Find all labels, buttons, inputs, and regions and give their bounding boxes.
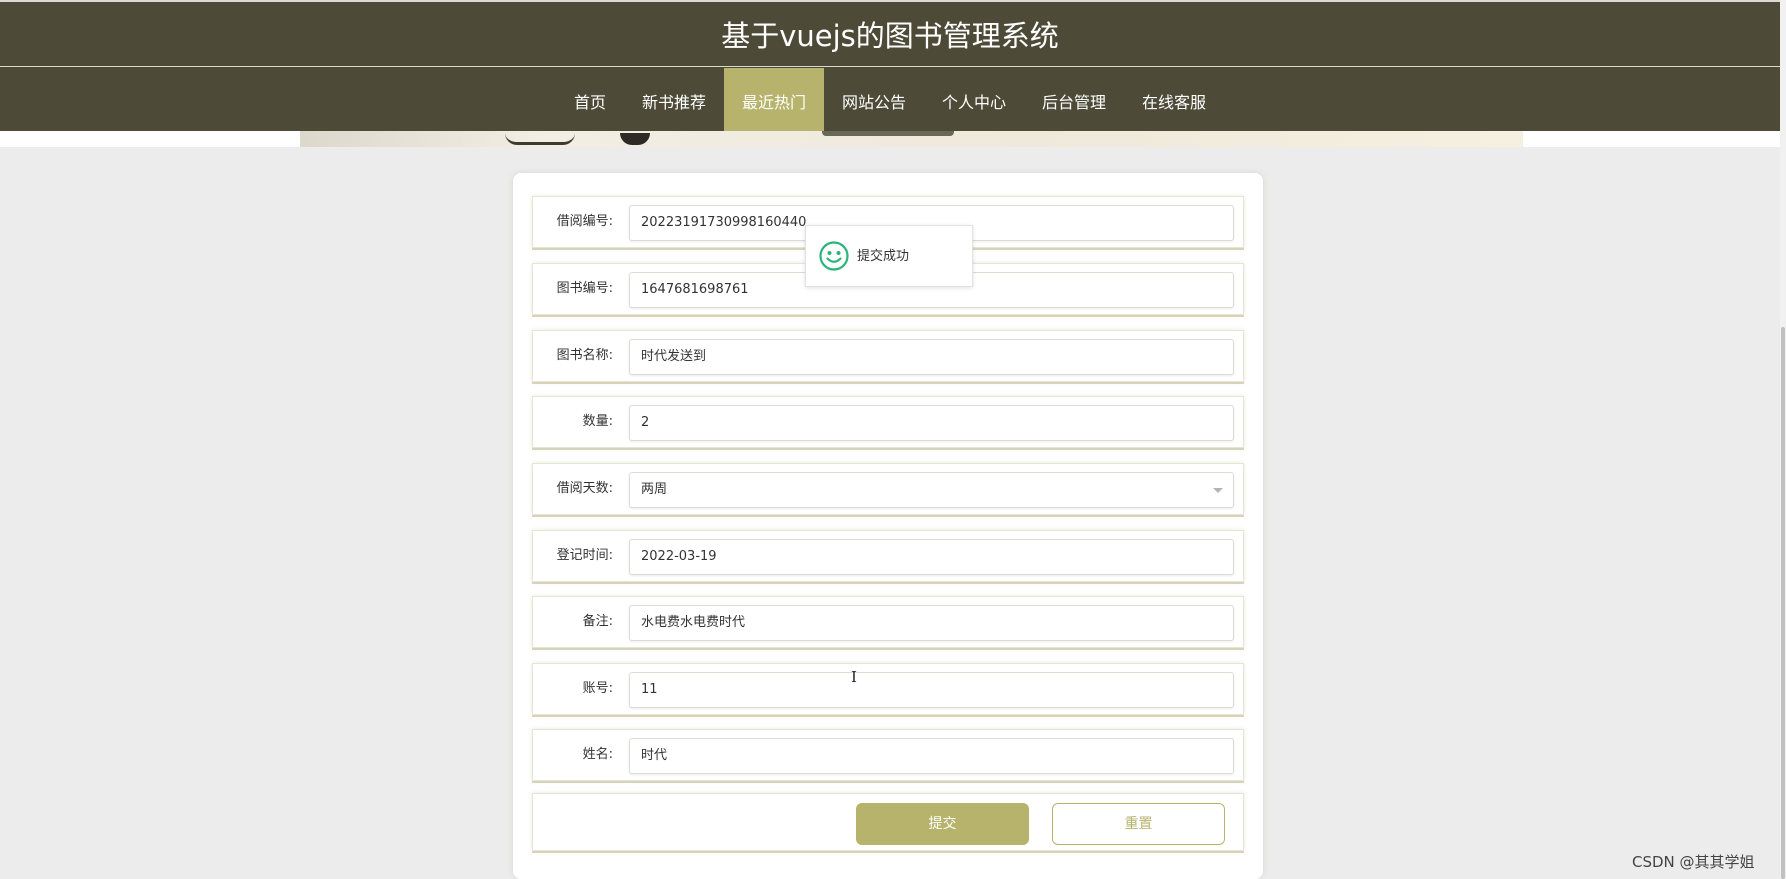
- toast-message: 提交成功: [857, 249, 910, 264]
- header-divider: [0, 66, 1780, 67]
- form-row-remarks: 备注: 水电费水电费时代: [532, 596, 1244, 648]
- success-toast: 提交成功: [805, 225, 973, 287]
- quantity-label: 数量:: [582, 414, 613, 429]
- text-cursor-icon: I: [851, 668, 857, 686]
- nav-item-online-service[interactable]: 在线客服: [1124, 68, 1224, 133]
- top-header: 基于vuejs的图书管理系统 首页 新书推荐 最近热门 网站公告 个人中心 后台…: [0, 0, 1780, 133]
- register-time-label: 登记时间:: [556, 548, 613, 563]
- watermark: CSDN @其其学姐: [1632, 853, 1755, 871]
- site-title: 基于vuejs的图书管理系统: [721, 19, 1059, 53]
- submit-button[interactable]: 提交: [856, 803, 1029, 845]
- form-row-quantity: 数量: 2: [532, 396, 1244, 448]
- book-name-label: 图书名称:: [556, 348, 613, 363]
- register-time-field[interactable]: 2022-03-19: [629, 539, 1234, 575]
- main-nav: 首页 新书推荐 最近热门 网站公告 个人中心 后台管理 在线客服: [0, 68, 1780, 133]
- nav-item-announcements[interactable]: 网站公告: [824, 68, 924, 133]
- nav-item-home[interactable]: 首页: [556, 68, 624, 133]
- form-row-register-time: 登记时间: 2022-03-19: [532, 530, 1244, 582]
- remarks-field[interactable]: 水电费水电费时代: [629, 605, 1234, 641]
- form-row-name: 姓名: 时代: [532, 729, 1244, 781]
- form-row-borrow-days: 借阅天数: 两周: [532, 463, 1244, 515]
- chevron-down-icon[interactable]: [1213, 488, 1223, 493]
- remarks-label: 备注:: [582, 614, 613, 629]
- nav-item-admin[interactable]: 后台管理: [1024, 68, 1124, 133]
- account-field[interactable]: 11: [629, 672, 1234, 708]
- name-field[interactable]: 时代: [629, 738, 1234, 774]
- scrollbar-thumb[interactable]: [1781, 327, 1785, 879]
- form-row-account: 账号: 11: [532, 663, 1244, 715]
- banner-carousel-indicator[interactable]: [822, 131, 954, 136]
- account-label: 账号:: [582, 681, 613, 696]
- form-actions: 提交 重置: [532, 793, 1244, 851]
- nav-item-personal-center[interactable]: 个人中心: [924, 68, 1024, 133]
- borrow-number-label: 借阅编号:: [556, 214, 613, 229]
- borrow-days-label: 借阅天数:: [556, 481, 613, 496]
- nav-item-hot[interactable]: 最近热门: [723, 68, 824, 133]
- name-label: 姓名:: [582, 747, 613, 762]
- borrow-days-select[interactable]: 两周: [629, 472, 1234, 508]
- smile-icon: [819, 241, 849, 271]
- quantity-field[interactable]: 2: [629, 405, 1234, 441]
- book-name-field[interactable]: 时代发送到: [629, 339, 1234, 375]
- book-number-label: 图书编号:: [556, 281, 613, 296]
- nav-item-new-books[interactable]: 新书推荐: [624, 68, 724, 133]
- banner-image-detail: [505, 133, 575, 145]
- reset-button[interactable]: 重置: [1052, 803, 1225, 845]
- form-row-book-name: 图书名称: 时代发送到: [532, 330, 1244, 382]
- borrow-days-value: 两周: [641, 482, 668, 497]
